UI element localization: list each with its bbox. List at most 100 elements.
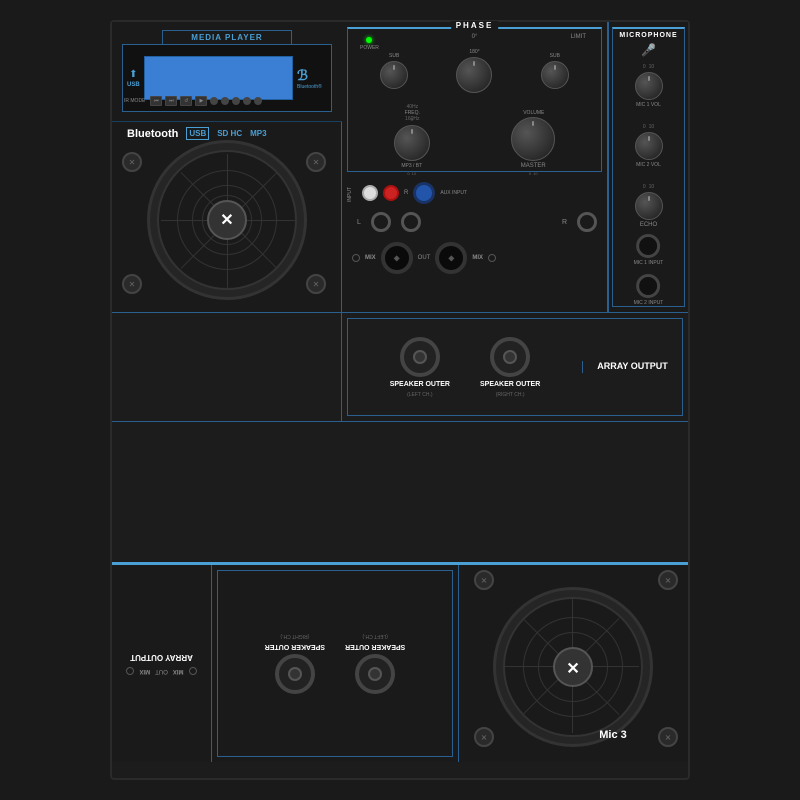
master-group: MASTER 0 10 <box>511 117 555 176</box>
device-panel: MEDIA PLAYER ⬆ USB ℬ Bluetooth® IR MODE … <box>110 20 690 780</box>
speaker-outputs: SPEAKER OUTER (LEFT CH.) SPEAKER OUTER (… <box>348 327 582 408</box>
mid-left <box>112 313 342 421</box>
ctrl-dot4 <box>243 97 251 105</box>
xlr-large-left[interactable] <box>381 242 413 274</box>
bottom-fan-center: ✕ <box>553 647 593 687</box>
bluetooth-logo: ℬ <box>297 67 327 84</box>
ir-mode-row: IR MODE ⏮ ⏭ ↺ ▶ <box>124 96 262 106</box>
rca-red-jack[interactable] <box>383 185 399 201</box>
rca-white-jack[interactable] <box>362 185 378 201</box>
mic3-label: Mic 3 <box>599 729 627 741</box>
ctrl-dot3 <box>232 97 240 105</box>
mp3-feature-badge: MP3 <box>250 129 266 138</box>
bottom-sp-left-ch: (LEFT CH.) <box>362 633 387 639</box>
ctrl-dot5 <box>254 97 262 105</box>
jack-l2[interactable] <box>401 212 421 232</box>
right-panel: PHASE POWER 0° LIMIT SUB <box>342 22 688 312</box>
mic2-vol-label: MIC 2 VOL <box>636 162 661 168</box>
speaker-right-jack[interactable] <box>490 337 530 377</box>
mic2-vol-knob[interactable] <box>635 132 663 160</box>
bottom-sp-right: SPEAKER OUTER (RIGHT CH.) <box>265 633 325 694</box>
jack-r[interactable] <box>577 212 597 232</box>
sub-right-knob[interactable] <box>541 61 569 89</box>
array-output-panel: ARRAY OUTPUT <box>582 361 682 373</box>
speaker-left-ch-label: (LEFT CH.) <box>407 392 432 398</box>
bottom-sp-right-jack[interactable] <box>275 654 315 694</box>
phase-outline: PHASE POWER 0° LIMIT SUB <box>347 27 602 172</box>
main-controls: PHASE POWER 0° LIMIT SUB <box>342 22 608 312</box>
sub-left-label: SUB <box>389 53 399 59</box>
screw-bottom-right <box>306 274 326 294</box>
speaker-left-jack[interactable] <box>400 337 440 377</box>
repeat-btn[interactable]: ↺ <box>180 96 192 106</box>
echo-knob[interactable] <box>635 192 663 220</box>
bottom-fan-cross: ✕ <box>566 657 579 677</box>
mic2-input-label: MIC 2 INPUT <box>634 300 664 306</box>
lr-section: L R <box>357 212 597 232</box>
screw-bottom-left <box>122 274 142 294</box>
bottom-sp-right-ch: (RIGHT CH.) <box>280 633 309 639</box>
input-label-vert: INPUT <box>347 187 353 202</box>
bottom-mix-label-r: MIX <box>140 668 151 674</box>
r-label: R <box>404 190 408 196</box>
aux-input-label: AUX INPUT <box>440 190 467 196</box>
speaker-right-group: SPEAKER OUTER (RIGHT CH.) <box>480 337 540 398</box>
l-label: L <box>357 219 361 226</box>
rca-group: R AUX INPUT <box>362 182 467 204</box>
controls-row1: SUB 180° SUB <box>348 49 601 93</box>
top-section: MEDIA PLAYER ⬆ USB ℬ Bluetooth® IR MODE … <box>112 22 688 312</box>
fan-outer: ✕ <box>147 140 307 300</box>
mp3bt-knob[interactable] <box>394 125 430 161</box>
master-knob[interactable] <box>511 117 555 161</box>
sub-right-label: SUB <box>550 53 560 59</box>
bottom-screw-bl <box>658 570 678 590</box>
ctrl-dot2 <box>221 97 229 105</box>
next-btn[interactable]: ⏭ <box>165 96 177 106</box>
bluetooth-text: Bluetooth® <box>297 84 327 90</box>
media-player-label: MEDIA PLAYER <box>162 30 292 45</box>
ir-mode-label: IR MODE <box>124 98 145 104</box>
speaker-left-label: SPEAKER OUTER <box>390 381 450 388</box>
bottom-section: ✕ SPEAKE <box>112 422 688 762</box>
mix-dot-right <box>488 254 496 262</box>
bottom-screw-tr <box>474 727 494 747</box>
mic1-input-jack[interactable] <box>636 234 660 258</box>
mic1-input-group: MIC 1 INPUT <box>634 234 664 266</box>
speaker-output-section: SPEAKER OUTER (LEFT CH.) SPEAKER OUTER (… <box>347 318 683 416</box>
speaker-right-label: SPEAKER OUTER <box>480 381 540 388</box>
play-btn[interactable]: ▶ <box>195 96 207 106</box>
fan-area: ✕ <box>132 142 322 297</box>
lcd-display <box>144 56 293 100</box>
limit-label: LIMIT <box>571 34 586 40</box>
mix-dot-left <box>352 254 360 262</box>
mic1-vol-label: MIC 1 VOL <box>636 102 661 108</box>
aux-jack[interactable] <box>413 182 435 204</box>
echo-group: 010 ECHO <box>635 184 663 228</box>
mp3bt-label: MP3 / BT <box>401 163 422 169</box>
sub-left-knob[interactable] <box>380 61 408 89</box>
phase-main-group: 180° <box>456 49 492 93</box>
bottom-mix-dot-r <box>127 667 135 675</box>
phase-180-label: 180° <box>469 49 479 55</box>
mic1-vol-knob[interactable] <box>635 72 663 100</box>
phase-main-knob[interactable] <box>456 57 492 93</box>
echo-label: ECHO <box>640 222 657 228</box>
mic2-input-group: MIC 2 INPUT <box>634 274 664 306</box>
controls-row2: 0 MP3 / BT 0 10 MASTER <box>348 117 601 176</box>
screw-top-left <box>122 152 142 172</box>
prev-btn[interactable]: ⏮ <box>150 96 162 106</box>
sub-left-group: SUB <box>380 53 408 89</box>
fan-center: ✕ <box>207 200 247 240</box>
jack-l[interactable] <box>371 212 391 232</box>
xlr-large-right[interactable] <box>435 242 467 274</box>
bottom-array-panel: MIX OUT MIX ARRAY OUTPUT <box>112 565 212 762</box>
mic1-input-label: MIC 1 INPUT <box>634 260 664 266</box>
mic2-input-jack[interactable] <box>636 274 660 298</box>
mic2-vol-group: 010 MIC 2 VOL <box>635 124 663 168</box>
screw-top-right <box>306 152 326 172</box>
bottom-sp-left-jack[interactable] <box>355 654 395 694</box>
bottom-sp-right-label: SPEAKER OUTER <box>265 643 325 650</box>
led-green <box>366 37 372 43</box>
ctrl-dot1 <box>210 97 218 105</box>
xlr-mix-section: MIX OUT MIX <box>352 242 597 274</box>
